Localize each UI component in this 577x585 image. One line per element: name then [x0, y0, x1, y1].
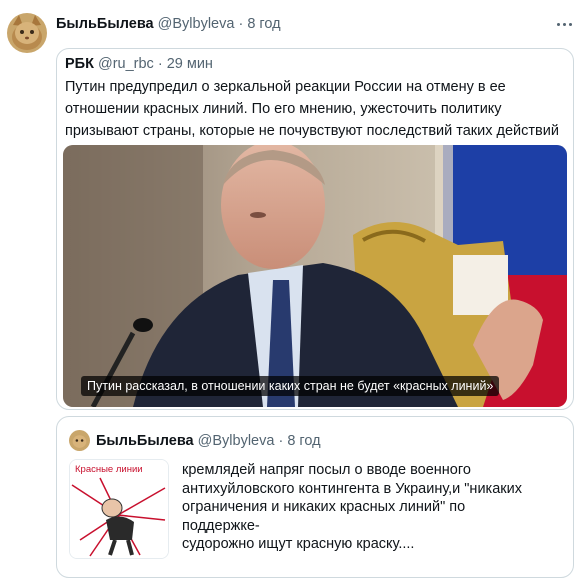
quoted-author-name: РБК	[65, 56, 94, 72]
quoted-tweet-card[interactable]: РБК @ru_rbc · 29 мин Путин предупредил о…	[56, 48, 574, 410]
media-caption: Путин рассказал, в отношении каких стран…	[81, 376, 500, 396]
nested-quote-time: 8 год	[287, 433, 321, 449]
tweet-header: БыльБылева @Bylbyleva · 8 год	[56, 16, 281, 32]
text-line: судорожно ищут красную краску....	[182, 536, 415, 552]
nested-quote-thumbnail[interactable]: Красные линии	[69, 459, 169, 559]
cat-avatar-image	[69, 430, 90, 451]
text-line: ограничения и никаких красных линий" по	[182, 499, 466, 515]
nested-author-handle: @Bylbyleva	[197, 433, 275, 449]
news-photo	[63, 145, 567, 407]
author-handle[interactable]: @Bylbyleva	[158, 16, 235, 32]
author-name[interactable]: БыльБылева	[56, 16, 154, 32]
more-options-icon[interactable]	[553, 13, 575, 35]
quoted-tweet-text: Путин предупредил о зеркальной реакции Р…	[65, 79, 559, 139]
author-avatar[interactable]	[7, 13, 47, 53]
text-line: кремлядей напряг посыл о вводе военного	[182, 462, 471, 478]
text-line: поддержке-	[182, 517, 260, 534]
nested-quote-header: БыльБылева @Bylbyleva · 8 год	[96, 433, 321, 449]
text-line: антихуйловского контингента в Украину,и …	[182, 480, 522, 497]
nested-author-name: БыльБылева	[96, 433, 194, 449]
meta-separator: ·	[153, 56, 167, 72]
thumbnail-label: Красные линии	[75, 464, 143, 475]
quoted-author-handle: @ru_rbc	[97, 56, 154, 72]
cat-avatar-image	[7, 13, 47, 53]
cartoon-image: Красные линии	[70, 460, 168, 558]
meta-separator: ·	[234, 16, 248, 32]
tweet-time[interactable]: 8 год	[247, 16, 280, 32]
quoted-tweet-header: РБК @ru_rbc · 29 мин	[65, 56, 213, 72]
nested-quote-text: кремлядей напряг посыл о вводе военного …	[182, 461, 567, 554]
quoted-tweet-media[interactable]: Путин рассказал, в отношении каких стран…	[63, 145, 567, 407]
nested-author-avatar	[69, 430, 90, 451]
meta-separator: ·	[274, 433, 288, 449]
quoted-tweet-time: 29 мин	[166, 56, 213, 72]
nested-quote-card[interactable]: БыльБылева @Bylbyleva · 8 год Красные ли…	[56, 416, 574, 578]
